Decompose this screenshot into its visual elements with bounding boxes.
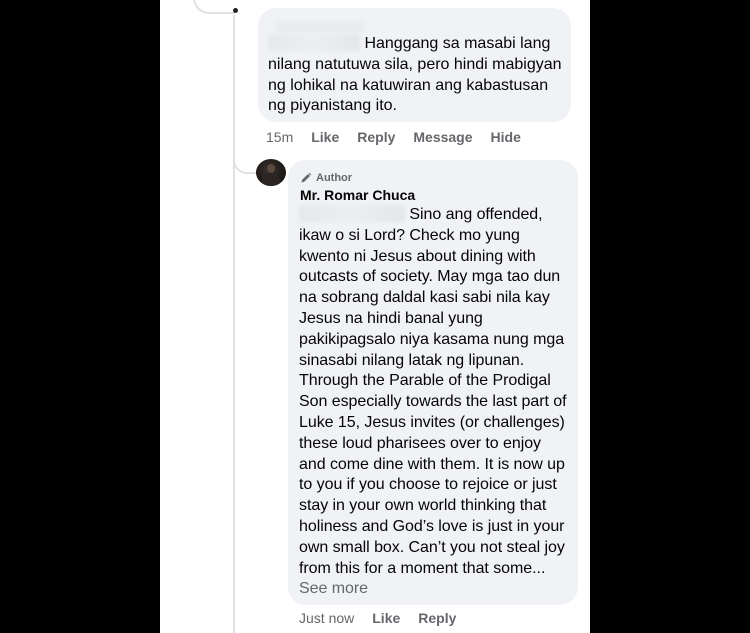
- avatar[interactable]: [256, 159, 286, 186]
- reply-timestamp[interactable]: Just now: [299, 610, 354, 626]
- reply-button[interactable]: Reply: [418, 610, 456, 626]
- redacted-mention: [299, 205, 405, 222]
- comment-bubble: Hanggang sa masabi lang nilang natutuwa …: [258, 8, 571, 122]
- pencil-icon: [301, 173, 312, 183]
- reply-bubble: Author Mr. Romar Chuca Sino ang offended…: [288, 160, 578, 605]
- hide-button[interactable]: Hide: [491, 129, 521, 145]
- like-button[interactable]: Like: [311, 129, 339, 145]
- comment-actions: 15m Like Reply Message Hide: [266, 129, 521, 145]
- reply-button[interactable]: Reply: [357, 129, 395, 145]
- comment-timestamp[interactable]: 15m: [266, 129, 293, 145]
- avatar-body: [262, 173, 280, 186]
- reply-body: Sino ang offended, ikaw o si Lord? Check…: [299, 206, 567, 577]
- thread-dot: [233, 8, 238, 13]
- reply-text: Sino ang offended, ikaw o si Lord? Check…: [299, 205, 571, 600]
- reply-actions: Just now Like Reply: [299, 610, 456, 626]
- like-button[interactable]: Like: [372, 610, 400, 626]
- reply-connector: [233, 148, 257, 174]
- comment-text: Hanggang sa masabi lang nilang natutuwa …: [268, 34, 568, 117]
- redacted-commenter-name: [276, 22, 364, 32]
- see-more-link[interactable]: See more: [299, 580, 368, 597]
- thread-line: [233, 15, 235, 633]
- message-button[interactable]: Message: [413, 129, 472, 145]
- avatar-head: [267, 164, 275, 173]
- commenter-name[interactable]: Mr. Romar Chuca: [300, 185, 415, 206]
- redacted-mention: [268, 34, 360, 51]
